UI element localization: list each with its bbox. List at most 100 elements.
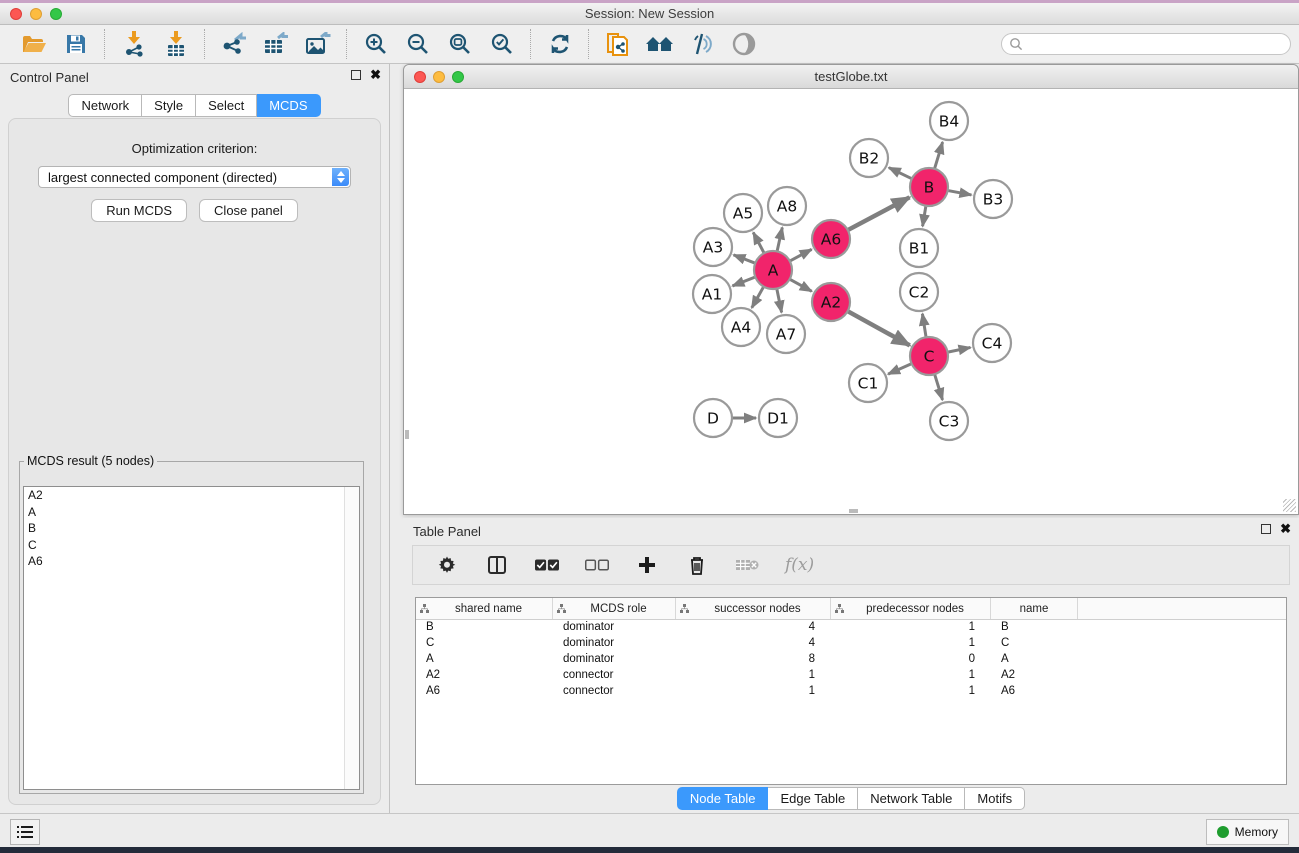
graph-edge-A-A1[interactable] (732, 277, 756, 286)
memory-button[interactable]: Memory (1206, 819, 1289, 845)
window-resize-grip[interactable] (1283, 499, 1296, 512)
column-header[interactable]: predecessor nodes (831, 598, 991, 619)
graph-edge-C-C1[interactable] (888, 363, 912, 374)
graph-edge-A-A5[interactable] (753, 232, 764, 254)
mcds-result-list[interactable]: A2ABCA6 (23, 486, 360, 790)
graph-edge-B-B1[interactable] (923, 205, 927, 227)
graph-node-A1[interactable]: A1 (693, 275, 731, 313)
tab-style[interactable]: Style (142, 94, 196, 117)
graph-edge-B-B2[interactable] (889, 168, 913, 180)
tab-edge-table[interactable]: Edge Table (768, 787, 858, 810)
column-header[interactable]: MCDS role (553, 598, 676, 619)
graph-node-C3[interactable]: C3 (930, 402, 968, 440)
network-graph[interactable]: B4 B2 B B3 A5A8A6 A3 B1 A C2 A1 A2 A4A7 C4 C C1 D D1 C3 (405, 89, 1297, 513)
result-list-item[interactable]: A2 (24, 487, 359, 504)
close-table-panel-icon[interactable]: ✖ (1280, 524, 1291, 534)
graph-edge-C-C2[interactable] (922, 314, 926, 338)
graph-node-A6[interactable]: A6 (812, 220, 850, 258)
graph-edge-A2-C[interactable] (847, 311, 910, 346)
float-table-panel-icon[interactable] (1261, 524, 1271, 534)
save-session-icon[interactable] (60, 29, 92, 59)
tab-network-table[interactable]: Network Table (858, 787, 965, 810)
result-scrollbar[interactable] (344, 487, 359, 789)
import-table-icon[interactable] (160, 29, 192, 59)
column-header[interactable]: shared name (416, 598, 553, 619)
settings-gear-icon[interactable] (435, 553, 459, 577)
graph-edge-A-A7[interactable] (777, 288, 782, 313)
graph-edge-C-C3[interactable] (934, 373, 942, 400)
result-list-item[interactable]: C (24, 537, 359, 554)
zoom-fit-icon[interactable] (444, 29, 476, 59)
graph-node-A5[interactable]: A5 (724, 194, 762, 232)
table-row[interactable]: A6connector11A6 (416, 684, 1286, 700)
export-network-icon[interactable] (218, 29, 250, 59)
function-builder-icon[interactable]: f(x) (785, 555, 814, 575)
add-column-icon[interactable] (635, 553, 659, 577)
delete-table-icon[interactable] (735, 553, 759, 577)
table-row[interactable]: Bdominator41B (416, 620, 1286, 636)
table-row[interactable]: A2connector11A2 (416, 668, 1286, 684)
tab-network[interactable]: Network (68, 94, 142, 117)
refresh-icon[interactable] (544, 29, 576, 59)
result-list-item[interactable]: A6 (24, 553, 359, 570)
graph-node-A2[interactable]: A2 (812, 283, 850, 321)
graph-node-C2[interactable]: C2 (900, 273, 938, 311)
close-panel-button[interactable]: Close panel (199, 199, 298, 222)
birdseye-icon[interactable] (728, 29, 760, 59)
zoom-in-icon[interactable] (360, 29, 392, 59)
select-all-icon[interactable] (535, 553, 559, 577)
tab-mcds[interactable]: MCDS (257, 94, 320, 117)
tab-node-table[interactable]: Node Table (677, 787, 769, 810)
import-network-icon[interactable] (118, 29, 150, 59)
graph-node-C[interactable]: C (910, 337, 948, 375)
delete-column-icon[interactable] (685, 553, 709, 577)
graph-edge-A-A2[interactable] (789, 279, 812, 292)
graph-node-B3[interactable]: B3 (974, 180, 1012, 218)
home-icon[interactable] (644, 29, 676, 59)
graph-edge-B-B4[interactable] (934, 142, 942, 170)
graph-edge-A6-B[interactable] (847, 197, 910, 230)
graph-node-B4[interactable]: B4 (930, 102, 968, 140)
network-canvas[interactable]: B4 B2 B B3 A5A8A6 A3 B1 A C2 A1 A2 A4A7 C4 C C1 D D1 C3 (405, 89, 1297, 513)
search-input[interactable] (1001, 33, 1291, 55)
clone-network-icon[interactable] (602, 29, 634, 59)
graph-node-B1[interactable]: B1 (900, 229, 938, 267)
graph-edge-A-A3[interactable] (734, 255, 757, 264)
graph-node-B[interactable]: B (910, 168, 948, 206)
deselect-all-icon[interactable] (585, 553, 609, 577)
graph-node-C1[interactable]: C1 (849, 364, 887, 402)
graph-edge-A-A8[interactable] (777, 227, 782, 252)
run-mcds-button[interactable]: Run MCDS (91, 199, 187, 222)
graph-node-C4[interactable]: C4 (973, 324, 1011, 362)
export-table-icon[interactable] (260, 29, 292, 59)
graph-node-B2[interactable]: B2 (850, 139, 888, 177)
float-panel-icon[interactable] (351, 70, 361, 80)
tab-select[interactable]: Select (196, 94, 257, 117)
export-image-icon[interactable] (302, 29, 334, 59)
graph-node-A[interactable]: A (754, 251, 792, 289)
table-row[interactable]: Cdominator41C (416, 636, 1286, 652)
graph-node-A7[interactable]: A7 (767, 315, 805, 353)
graph-node-A3[interactable]: A3 (694, 228, 732, 266)
result-list-item[interactable]: B (24, 520, 359, 537)
result-list-item[interactable]: A (24, 504, 359, 521)
column-header[interactable]: name (991, 598, 1078, 619)
close-panel-icon[interactable]: ✖ (370, 70, 381, 80)
zoom-selected-icon[interactable] (486, 29, 518, 59)
graph-edge-A-A4[interactable] (752, 286, 764, 308)
graph-node-A8[interactable]: A8 (768, 187, 806, 225)
graph-edge-C-C4[interactable] (947, 347, 971, 352)
graph-node-D1[interactable]: D1 (759, 399, 797, 437)
tab-motifs[interactable]: Motifs (965, 787, 1025, 810)
open-session-icon[interactable] (18, 29, 50, 59)
column-chooser-icon[interactable] (485, 553, 509, 577)
hide-details-icon[interactable] (686, 29, 718, 59)
table-row[interactable]: Adominator80A (416, 652, 1286, 668)
graph-edge-A-A6[interactable] (789, 249, 812, 261)
graph-node-D[interactable]: D (694, 399, 732, 437)
criterion-dropdown[interactable]: largest connected component (directed) (38, 166, 351, 188)
zoom-out-icon[interactable] (402, 29, 434, 59)
graph-node-A4[interactable]: A4 (722, 308, 760, 346)
column-header[interactable]: successor nodes (676, 598, 831, 619)
graph-edge-B-B3[interactable] (947, 190, 972, 195)
